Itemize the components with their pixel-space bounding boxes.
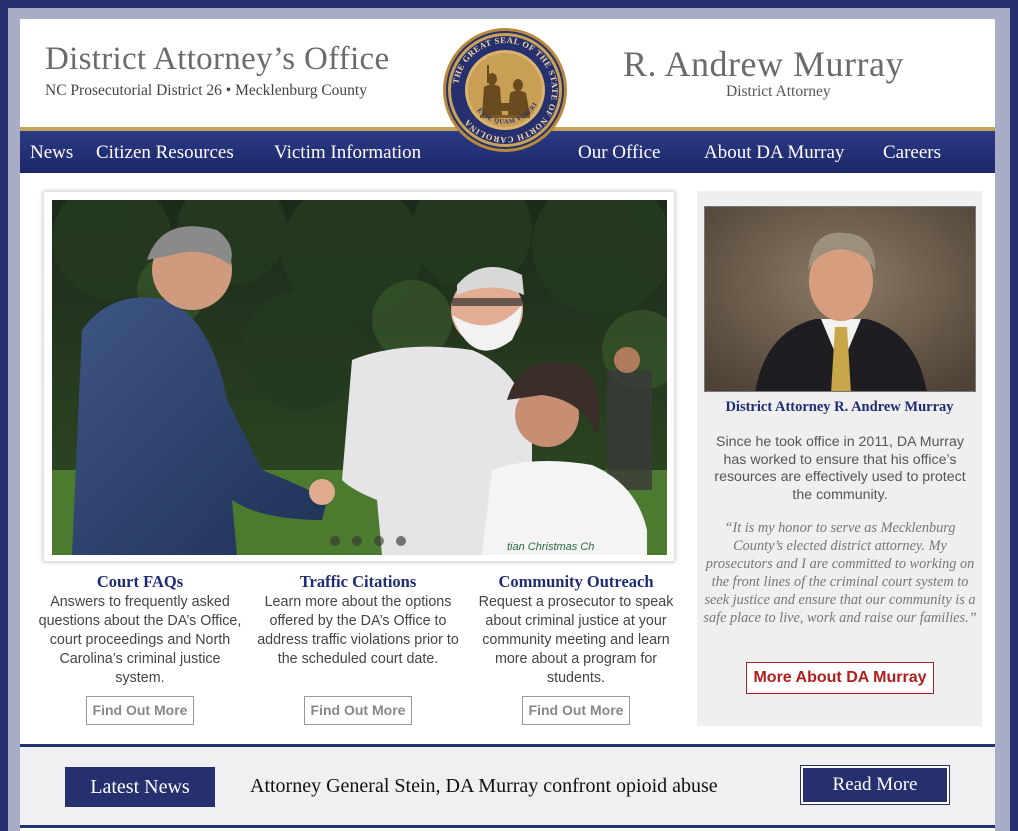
latest-news-bar: Latest News Attorney General Stein, DA M… (20, 744, 995, 828)
community-outreach-find-out-more-button[interactable]: Find Out More (522, 696, 630, 725)
nav-about-da-murray[interactable]: About DA Murray (704, 142, 844, 164)
latest-news-label: Latest News (65, 767, 215, 807)
nav-citizen-resources[interactable]: Citizen Resources (96, 142, 234, 164)
feature-description: Learn more about the options offered by … (257, 594, 459, 667)
nav-victim-information[interactable]: Victim Information (274, 142, 421, 164)
da-name[interactable]: R. Andrew Murray (623, 43, 904, 85)
more-about-da-murray-button[interactable]: More About DA Murray (746, 662, 934, 694)
feature-community-outreach: Community Outreach Request a prosecutor … (471, 572, 681, 688)
feature-description: Answers to frequently asked questions ab… (38, 594, 242, 686)
nav-our-office[interactable]: Our Office (578, 142, 660, 164)
svg-text:tian Christmas Ch: tian Christmas Ch (507, 541, 594, 553)
slide-dot-active[interactable] (396, 536, 406, 546)
court-faqs-find-out-more-button[interactable]: Find Out More (86, 696, 194, 725)
da-profile-sidebar: District Attorney R. Andrew Murray Since… (697, 191, 982, 726)
slide-dot[interactable] (330, 536, 340, 546)
office-title[interactable]: District Attorney’s Office (45, 41, 389, 78)
news-headline[interactable]: Attorney General Stein, DA Murray confro… (250, 775, 718, 798)
feature-title[interactable]: Community Outreach (471, 572, 681, 592)
traffic-citations-find-out-more-button[interactable]: Find Out More (304, 696, 412, 725)
office-subtitle: NC Prosecutorial District 26 • Mecklenbu… (45, 82, 367, 99)
da-portrait (704, 206, 976, 392)
da-title: District Attorney (726, 83, 831, 100)
slide-dot[interactable] (374, 536, 384, 546)
feature-title[interactable]: Court FAQs (35, 572, 245, 592)
slide-dot[interactable] (352, 536, 362, 546)
da-quote: “It is my honor to serve as Mecklenburg … (703, 520, 977, 626)
read-more-button[interactable]: Read More (800, 765, 950, 805)
nav-careers[interactable]: Careers (883, 142, 941, 164)
page-container: District Attorney’s Office NC Prosecutor… (20, 19, 995, 831)
feature-title[interactable]: Traffic Citations (253, 572, 463, 592)
feature-description: Request a prosecutor to speak about crim… (478, 594, 674, 686)
photo-slideshow[interactable]: tian Christmas Ch (43, 191, 675, 562)
read-more-label: Read More (803, 768, 947, 802)
state-seal-logo[interactable]: THE GREAT SEAL OF THE STATE OF NORTH CAR… (442, 27, 568, 153)
da-bio: Since he took office in 2011, DA Murray … (714, 434, 966, 503)
slideshow-photo[interactable]: tian Christmas Ch (52, 200, 667, 555)
da-portrait-caption: District Attorney R. Andrew Murray (725, 399, 954, 415)
feature-traffic-citations: Traffic Citations Learn more about the o… (253, 572, 463, 669)
nav-news[interactable]: News (30, 142, 73, 164)
slideshow-pager (330, 536, 406, 546)
feature-court-faqs: Court FAQs Answers to frequently asked q… (35, 572, 245, 688)
